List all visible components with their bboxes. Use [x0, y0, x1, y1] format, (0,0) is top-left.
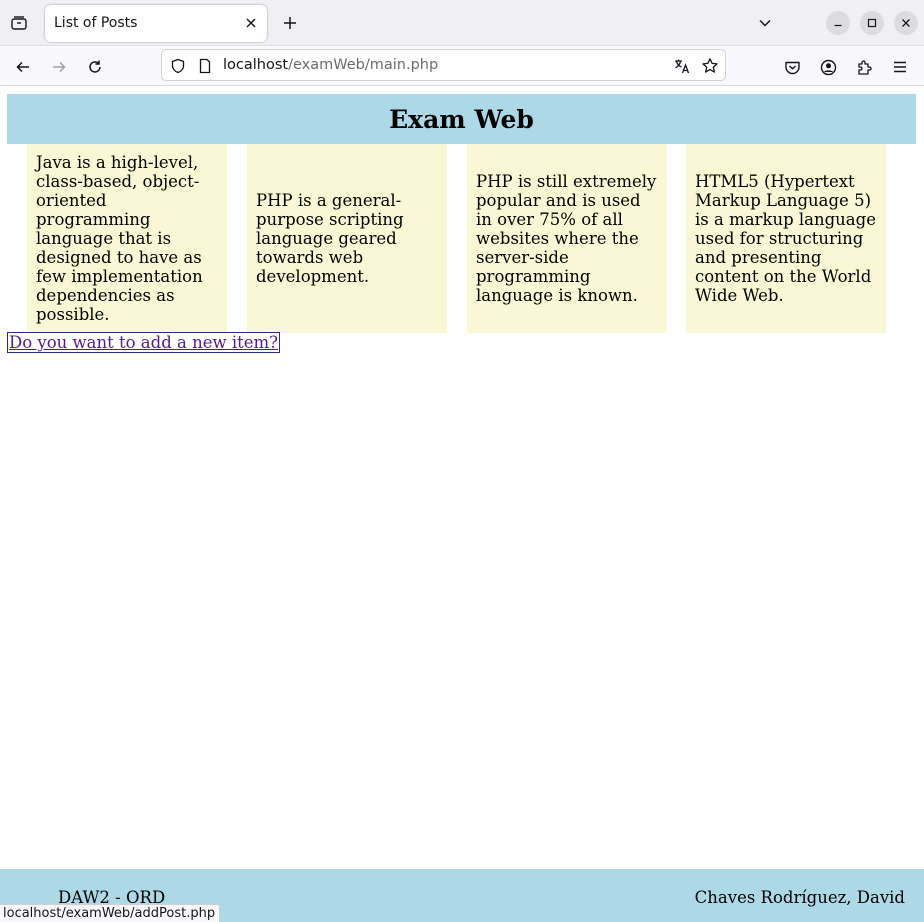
active-tab[interactable]: List of Posts [45, 5, 267, 42]
post-card: HTML5 (Hypertext Markup Language 5) is a… [686, 144, 886, 333]
link-status-tooltip: localhost/examWeb/addPost.php [0, 904, 221, 922]
hamburger-menu-icon[interactable] [886, 53, 914, 81]
shield-icon[interactable] [167, 55, 189, 77]
posts-list: Java is a high-level, class-based, objec… [27, 144, 887, 333]
url-bar[interactable]: localhost/examWeb/main.php [161, 49, 726, 81]
footer-author: Chaves Rodríguez, David [694, 888, 905, 907]
chevron-down-icon[interactable] [752, 10, 778, 36]
reload-icon[interactable] [81, 53, 109, 81]
page-icon[interactable] [194, 55, 216, 77]
pocket-icon[interactable] [778, 53, 806, 81]
url-host: localhost [223, 57, 289, 73]
translate-icon[interactable] [671, 55, 693, 77]
page-content: Exam Web Java is a high-level, class-bas… [0, 86, 924, 922]
post-card: Java is a high-level, class-based, objec… [27, 144, 227, 333]
post-text: Java is a high-level, class-based, objec… [36, 153, 203, 324]
post-card: PHP is still extremely popular and is us… [467, 144, 667, 333]
navigation-bar: localhost/examWeb/main.php [0, 46, 924, 86]
star-icon[interactable] [699, 55, 721, 77]
site-header: Exam Web [7, 94, 916, 144]
url-text[interactable]: localhost/examWeb/main.php [223, 57, 438, 73]
page-title: Exam Web [389, 104, 534, 134]
url-path: /examWeb/main.php [288, 57, 439, 73]
post-text: PHP is a general-purpose scripting langu… [256, 191, 404, 286]
back-arrow-icon[interactable] [9, 53, 37, 81]
account-icon[interactable] [814, 53, 842, 81]
tab-list-icon[interactable] [6, 10, 32, 36]
minimize-icon[interactable] [826, 11, 850, 35]
close-window-icon[interactable] [894, 11, 918, 35]
plus-icon[interactable] [277, 10, 303, 36]
maximize-icon[interactable] [860, 11, 884, 35]
tab-title: List of Posts [54, 15, 138, 31]
close-icon[interactable] [241, 13, 261, 33]
post-text: PHP is still extremely popular and is us… [476, 172, 657, 305]
post-card: PHP is a general-purpose scripting langu… [247, 144, 447, 333]
puzzle-icon[interactable] [850, 53, 878, 81]
forward-arrow-icon[interactable] [45, 53, 73, 81]
tab-bar: List of Posts [0, 0, 924, 46]
post-text: HTML5 (Hypertext Markup Language 5) is a… [695, 172, 876, 305]
add-new-item-link[interactable]: Do you want to add a new item? [7, 332, 281, 353]
